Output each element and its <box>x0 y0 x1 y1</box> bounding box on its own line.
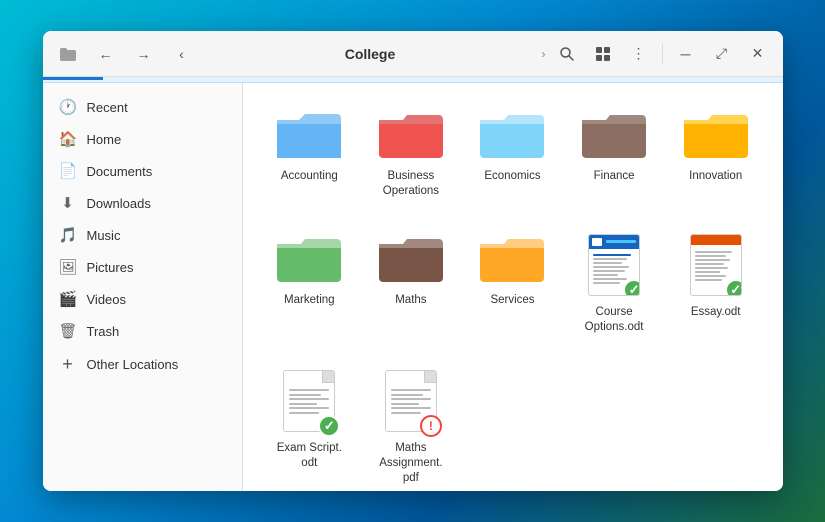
separator <box>662 44 663 64</box>
back-button[interactable]: ← <box>89 37 123 71</box>
grid-view-button[interactable] <box>586 37 620 71</box>
titlebar: ← → ‹ College › ⋮ ─ ⤢ ✕ <box>43 31 783 77</box>
folder-icon-maths <box>377 231 445 287</box>
folder-icon-finance <box>580 107 648 163</box>
pictures-icon: 🖼 <box>59 258 77 276</box>
path-indicator <box>43 77 103 80</box>
doc-icon-essay: ✓ <box>682 231 750 299</box>
sidebar-item-music[interactable]: 🎵 Music <box>43 219 242 251</box>
folder-icon-business-operations <box>377 107 445 163</box>
file-item-marketing[interactable]: Marketing <box>263 223 357 343</box>
sidebar-label-recent: Recent <box>87 100 128 115</box>
label-accounting: Accounting <box>281 169 338 184</box>
sidebar-item-recent[interactable]: 🕐 Recent <box>43 91 242 123</box>
sidebar-item-other-locations[interactable]: + Other Locations <box>43 347 242 382</box>
label-services: Services <box>490 293 534 308</box>
videos-icon: 🎬 <box>59 290 77 308</box>
doc-icon-course-options: ✓ <box>580 231 648 299</box>
sidebar-item-downloads[interactable]: ⬇ Downloads <box>43 187 242 219</box>
folder-icon-accounting <box>275 107 343 163</box>
folder-icon-services <box>478 231 546 287</box>
up-button[interactable]: ‹ <box>165 37 199 71</box>
file-area: Accounting Business Operations <box>243 83 783 491</box>
file-item-accounting[interactable]: Accounting <box>263 99 357 207</box>
label-marketing: Marketing <box>284 293 335 308</box>
sidebar-label-home: Home <box>87 132 122 147</box>
label-exam-script: Exam Script. odt <box>269 441 349 471</box>
path-chevron[interactable]: › <box>542 47 546 61</box>
file-item-maths-assignment[interactable]: ! Maths Assignment. pdf <box>364 359 458 491</box>
music-icon: 🎵 <box>59 226 77 244</box>
documents-icon: 📄 <box>59 162 77 180</box>
sidebar-label-other-locations: Other Locations <box>87 357 179 372</box>
sidebar-item-trash[interactable]: 🗑 Trash <box>43 315 242 347</box>
file-item-economics[interactable]: Economics <box>466 99 560 207</box>
file-grid: Accounting Business Operations <box>263 99 763 491</box>
toolbar-actions: ⋮ ─ ⤢ ✕ <box>550 37 775 71</box>
label-economics: Economics <box>484 169 540 184</box>
sidebar-item-documents[interactable]: 📄 Documents <box>43 155 242 187</box>
more-options-button[interactable]: ⋮ <box>622 37 656 71</box>
file-item-course-options[interactable]: ✓ Course Options.odt <box>567 223 661 343</box>
label-business-operations: Business Operations <box>371 169 451 199</box>
path-container: College › <box>203 46 546 62</box>
window-title: College <box>203 46 538 62</box>
minimize-button[interactable]: ─ <box>669 37 703 71</box>
search-button[interactable] <box>550 37 584 71</box>
sidebar-label-trash: Trash <box>87 324 120 339</box>
file-item-maths[interactable]: Maths <box>364 223 458 343</box>
label-innovation: Innovation <box>689 169 742 184</box>
label-finance: Finance <box>594 169 635 184</box>
other-locations-icon: + <box>59 354 77 375</box>
label-essay: Essay.odt <box>691 305 741 320</box>
folder-icon-marketing <box>275 231 343 287</box>
content-area: 🕐 Recent 🏠 Home 📄 Documents ⬇ Downloads … <box>43 83 783 491</box>
sidebar-label-documents: Documents <box>87 164 153 179</box>
label-maths: Maths <box>395 293 426 308</box>
file-item-exam-script[interactable]: ✓ Exam Script. odt <box>263 359 357 491</box>
sidebar-item-videos[interactable]: 🎬 Videos <box>43 283 242 315</box>
label-course-options: Course Options.odt <box>574 305 654 335</box>
close-button[interactable]: ✕ <box>741 37 775 71</box>
file-item-essay[interactable]: ✓ Essay.odt <box>669 223 763 343</box>
folder-icon-innovation <box>682 107 750 163</box>
file-item-finance[interactable]: Finance <box>567 99 661 207</box>
file-item-innovation[interactable]: Innovation <box>669 99 763 207</box>
trash-icon: 🗑 <box>59 322 77 340</box>
file-manager-window: ← → ‹ College › ⋮ ─ ⤢ ✕ <box>43 31 783 491</box>
sidebar-label-pictures: Pictures <box>87 260 134 275</box>
downloads-icon: ⬇ <box>59 194 77 212</box>
sidebar-label-downloads: Downloads <box>87 196 151 211</box>
sidebar-item-home[interactable]: 🏠 Home <box>43 123 242 155</box>
sidebar-label-videos: Videos <box>87 292 127 307</box>
forward-button[interactable]: → <box>127 37 161 71</box>
file-item-services[interactable]: Services <box>466 223 560 343</box>
doc-icon-exam-script: ✓ <box>275 367 343 435</box>
sidebar-label-music: Music <box>87 228 121 243</box>
doc-icon-maths-assignment: ! <box>377 367 445 435</box>
label-maths-assignment: Maths Assignment. pdf <box>371 441 451 486</box>
maximize-button[interactable]: ⤢ <box>705 37 739 71</box>
home-icon: 🏠 <box>59 130 77 148</box>
recent-icon: 🕐 <box>59 98 77 116</box>
folder-icon <box>51 37 85 71</box>
sidebar: 🕐 Recent 🏠 Home 📄 Documents ⬇ Downloads … <box>43 83 243 491</box>
folder-icon-economics <box>478 107 546 163</box>
window-controls: ─ ⤢ ✕ <box>669 37 775 71</box>
sidebar-item-pictures[interactable]: 🖼 Pictures <box>43 251 242 283</box>
file-item-business-operations[interactable]: Business Operations <box>364 99 458 207</box>
